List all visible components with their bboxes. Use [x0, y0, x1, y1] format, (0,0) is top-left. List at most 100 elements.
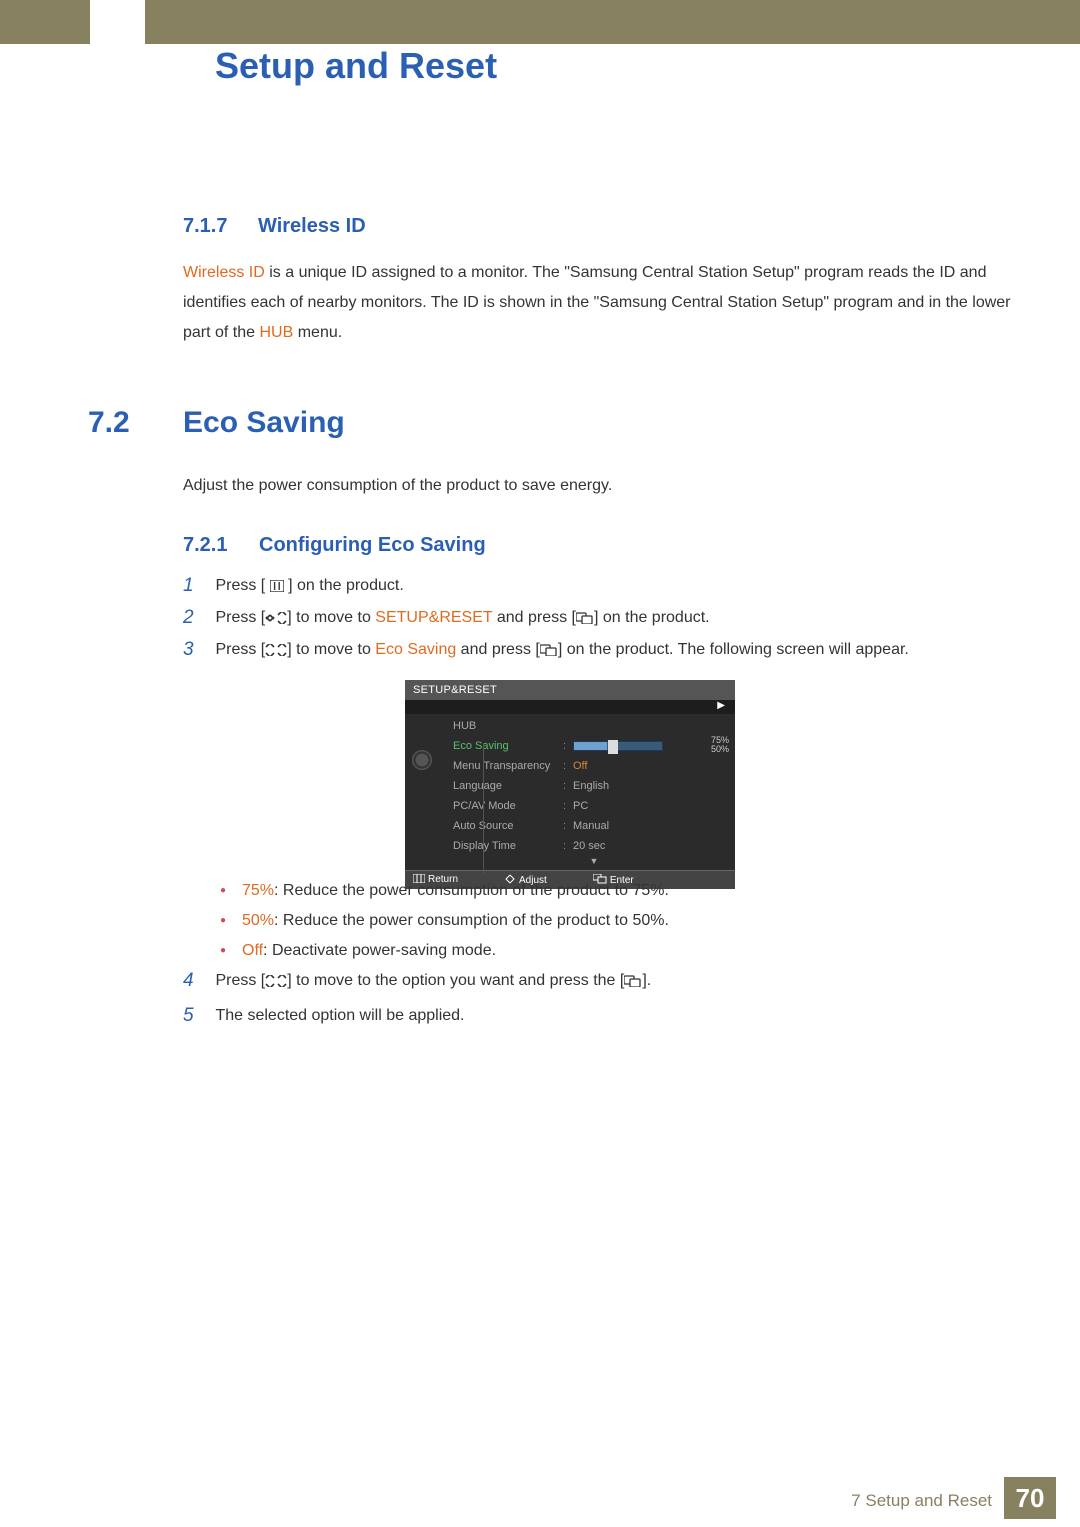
section-number-717: 7.1.7 — [183, 215, 227, 238]
osd-label: Display Time — [453, 840, 563, 852]
step-1: 1 Press [ ] on the product. — [183, 575, 1013, 597]
osd-value: Manual — [573, 820, 609, 832]
bullet-icon: ● — [220, 906, 242, 936]
step-text: Press [ ] to move to the option you want … — [215, 970, 1005, 992]
osd-row-auto-source: Auto Source : Manual — [453, 816, 735, 836]
osd-slider-label-bot: 50% — [711, 745, 729, 754]
osd-row-menu-transparency: Menu Transparency : Off — [453, 756, 735, 776]
section-title-721: Configuring Eco Saving — [259, 534, 486, 557]
bullet-list: ●75%: Reduce the power consumption of th… — [220, 876, 1010, 966]
text: Press [ — [215, 609, 265, 626]
text: Press [ — [215, 577, 269, 594]
text: ] to move to the option you want and pre… — [287, 972, 624, 989]
osd-colon: : — [563, 800, 573, 812]
text: ] on the product. — [284, 577, 404, 594]
menu-icon — [270, 580, 284, 592]
osd-divider — [483, 744, 484, 874]
step-5: 5 The selected option will be applied. — [183, 1005, 1013, 1027]
text: : Deactivate power-saving mode. — [263, 942, 496, 959]
osd-body: 75% 50% HUB Eco Saving : Menu Transparen… — [405, 714, 735, 870]
osd-label: Language — [453, 780, 563, 792]
keyword-75pct: 75% — [242, 882, 274, 899]
up-down-icon — [265, 644, 287, 656]
text: : Reduce the power consumption of the pr… — [274, 912, 669, 929]
enter-icon — [576, 612, 594, 624]
bullet-icon: ● — [220, 936, 242, 966]
page-number: 70 — [1004, 1477, 1056, 1519]
text: ]. — [642, 972, 651, 989]
osd-value-slider — [573, 741, 663, 751]
step-number: 3 — [183, 639, 211, 661]
osd-slider-labels: 75% 50% — [711, 736, 729, 754]
paragraph-72: Adjust the power consumption of the prod… — [183, 477, 1013, 495]
osd-label: PC/AV Mode — [453, 800, 563, 812]
osd-colon: : — [563, 780, 573, 792]
osd-value: PC — [573, 800, 588, 812]
list-item: ●50%: Reduce the power consumption of th… — [220, 906, 1010, 936]
step-text: Press [ ] to move to Eco Saving and press… — [215, 639, 1005, 661]
keyword-wireless-id: Wireless ID — [183, 264, 265, 281]
osd-value: 20 sec — [573, 840, 605, 852]
keyword-eco-saving: Eco Saving — [375, 641, 456, 658]
keyword-setup-reset: SETUP&RESET — [375, 609, 492, 626]
step-2: 2 Press [ ] to move to SETUP&RESET and pr… — [183, 607, 1013, 629]
step-text: Press [ ] on the product. — [215, 575, 1005, 597]
text: ] on the product. The following screen w… — [558, 641, 909, 658]
osd-colon: : — [563, 740, 573, 752]
text: ] to move to — [287, 641, 375, 658]
text: ] to move to — [287, 609, 375, 626]
osd-row-language: Language : English — [453, 776, 735, 796]
document-page: Setup and Reset 7.1.7 Wireless ID Wirele… — [0, 0, 1080, 1527]
list-item: ●Off: Deactivate power-saving mode. — [220, 936, 1010, 966]
step-4: 4 Press [ ] to move to the option you wan… — [183, 970, 1013, 992]
text: menu. — [293, 324, 342, 341]
step-3: 3 Press [ ] to move to Eco Saving and pre… — [183, 639, 1013, 661]
osd-label: Auto Source — [453, 820, 563, 832]
text: Press [ — [215, 972, 265, 989]
step-number: 4 — [183, 970, 211, 992]
keyword-off: Off — [242, 942, 263, 959]
osd-next-page-arrow: ▶ — [405, 700, 735, 714]
step-number: 2 — [183, 607, 211, 629]
header-tab — [90, 0, 145, 44]
up-down-icon — [265, 975, 287, 987]
text: ] on the product. — [594, 609, 710, 626]
enter-icon — [540, 644, 558, 656]
osd-colon: : — [563, 760, 573, 772]
text: and press [ — [492, 609, 576, 626]
osd-title: SETUP&RESET — [405, 680, 735, 700]
osd-category-icon-col — [405, 714, 439, 870]
step-number: 5 — [183, 1005, 211, 1027]
text: : Reduce the power consumption of the pr… — [274, 882, 669, 899]
osd-screenshot: SETUP&RESET ▶ 75% 50% HUB Eco Saving : — [405, 680, 735, 889]
osd-row-display-time: Display Time : 20 sec — [453, 836, 735, 856]
osd-slider — [573, 741, 663, 751]
osd-label: Menu Transparency — [453, 760, 563, 772]
step-text: Press [ ] to move to SETUP&RESET and pres… — [215, 607, 1005, 629]
bullet-icon: ● — [220, 876, 242, 906]
page-footer: 7 Setup and Reset 70 — [0, 1475, 1080, 1527]
keyword-hub: HUB — [260, 324, 294, 341]
osd-label: HUB — [453, 720, 563, 732]
osd-rows: 75% 50% HUB Eco Saving : Menu Transparen… — [439, 714, 735, 870]
enter-icon — [624, 975, 642, 987]
section-title-717: Wireless ID — [258, 215, 366, 238]
section-number-721: 7.2.1 — [183, 534, 227, 557]
text: Press [ — [215, 641, 265, 658]
osd-colon: : — [563, 820, 573, 832]
section-number-72: 7.2 — [88, 406, 130, 440]
chapter-title: Setup and Reset — [215, 45, 497, 87]
osd-row-eco-saving: Eco Saving : — [453, 736, 735, 756]
osd-row-hub: HUB — [453, 716, 735, 736]
text: and press [ — [456, 641, 540, 658]
osd-value: English — [573, 780, 609, 792]
keyword-50pct: 50% — [242, 912, 274, 929]
osd-value: Off — [573, 760, 587, 772]
list-item: ●75%: Reduce the power consumption of th… — [220, 876, 1010, 906]
paragraph-717: Wireless ID is a unique ID assigned to a… — [183, 258, 1013, 348]
step-number: 1 — [183, 575, 211, 597]
header-strip — [0, 0, 1080, 44]
section-title-72: Eco Saving — [183, 406, 345, 440]
osd-row-pcav-mode: PC/AV Mode : PC — [453, 796, 735, 816]
gear-icon — [412, 750, 432, 770]
